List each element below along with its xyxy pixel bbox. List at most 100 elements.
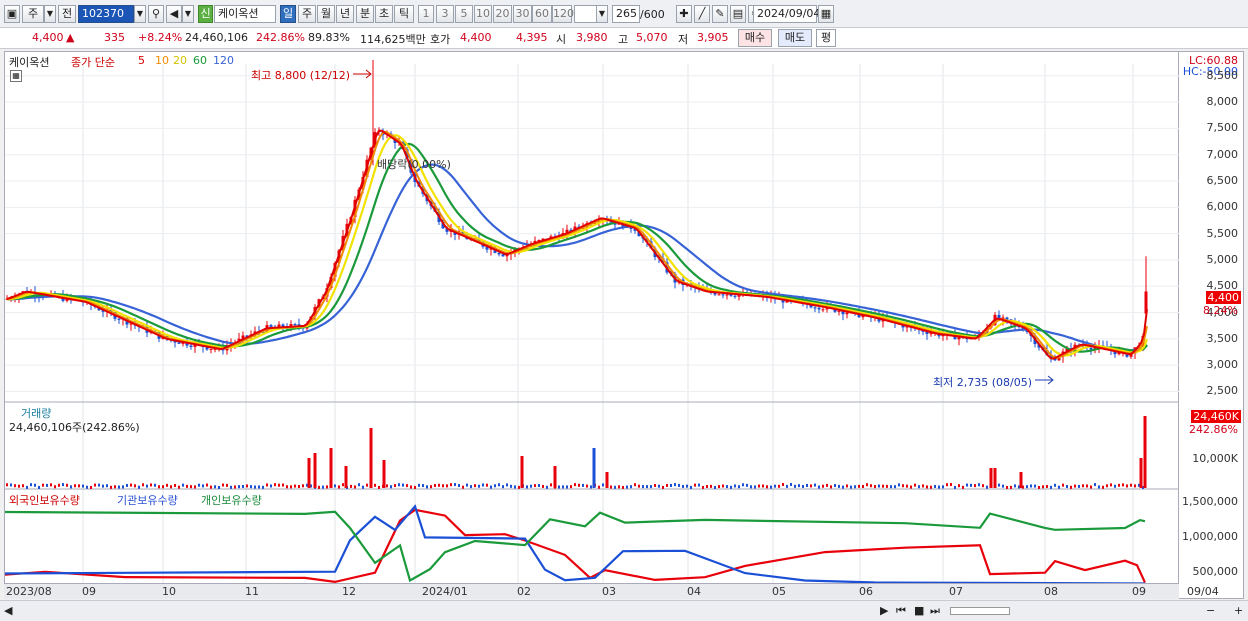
sell-button[interactable]: 매도	[778, 29, 812, 47]
market-select[interactable]: 주	[22, 5, 44, 23]
scrollbar[interactable]: ◀ ▶ ⏮ ■ ⏭ − +	[0, 600, 1248, 621]
volume-bar	[1102, 485, 1104, 489]
buy-button[interactable]: 매수	[738, 29, 772, 47]
volume-bar	[814, 483, 816, 487]
volume-bar	[298, 485, 300, 489]
scroll-right-icon[interactable]: ▶	[880, 604, 888, 617]
x-tick: 05	[772, 585, 786, 598]
interval-120[interactable]: 120	[552, 5, 574, 23]
interval-30[interactable]: 30	[513, 5, 532, 23]
interval-10[interactable]: 10	[474, 5, 492, 23]
calendar-icon[interactable]: ▦	[818, 5, 834, 23]
volume-bar	[998, 483, 1000, 487]
speaker-dropdown-icon[interactable]: ▼	[182, 5, 194, 23]
interval-60[interactable]: 60	[532, 5, 552, 23]
volume-bar	[914, 483, 916, 487]
volume-bar	[706, 485, 708, 489]
volume-bar	[134, 484, 136, 488]
volume-bar	[490, 485, 492, 489]
volume-bar	[710, 484, 712, 488]
save-icon[interactable]: ▤	[730, 5, 746, 23]
interval-5[interactable]: 5	[455, 5, 473, 23]
x-tick: 09	[1132, 585, 1146, 598]
volume-bar	[342, 483, 344, 487]
low-note: 최저 2,735 (08/05)	[933, 376, 1033, 389]
stop-icon[interactable]: ■	[914, 604, 924, 617]
layout-icon[interactable]: ▣	[4, 5, 20, 23]
volume-bar	[270, 484, 272, 488]
interval-dropdown-icon[interactable]: ▼	[596, 5, 608, 23]
code-dropdown-icon[interactable]: ▼	[134, 5, 146, 23]
volume-bar	[278, 483, 280, 487]
volume-bar	[98, 483, 100, 487]
volume-bar	[318, 485, 320, 489]
zoom-out-icon[interactable]: −	[1206, 604, 1215, 617]
tools-icon[interactable]: ✎	[712, 5, 728, 23]
chart-area[interactable]: 케이옥션 종가 단순 5 10 20 60 120 ▦ 최고 8,800 (12…	[4, 51, 1180, 599]
ma5-label: 5	[138, 54, 145, 67]
scroll-left-icon[interactable]: ◀	[4, 604, 12, 617]
volume-bar	[930, 485, 932, 489]
stock-code-input[interactable]: 102370	[78, 5, 134, 23]
date-input[interactable]: 2024/09/04	[753, 5, 820, 23]
volume-bar	[598, 485, 600, 489]
speaker-icon[interactable]: ◀	[166, 5, 182, 23]
x-tick: 07	[949, 585, 963, 598]
period-year[interactable]: 년	[336, 5, 354, 23]
volume-bar	[690, 485, 692, 489]
rewind-icon[interactable]: ⏮	[896, 604, 906, 618]
price-panel-title: 케이옥션	[9, 56, 50, 69]
count-input[interactable]: 265	[612, 5, 640, 23]
volume-bar	[958, 484, 960, 488]
candle	[817, 307, 821, 310]
scroll-thumb[interactable]	[950, 607, 1010, 615]
period-week[interactable]: 주	[298, 5, 316, 23]
interval-1[interactable]: 1	[418, 5, 434, 23]
volume-bar	[1034, 484, 1036, 488]
volume-bar	[6, 483, 8, 487]
table-icon[interactable]: ▦	[10, 70, 22, 82]
volume-bar	[362, 485, 364, 489]
period-day[interactable]: 일	[280, 5, 296, 23]
volume-bar	[882, 484, 884, 488]
period-minute[interactable]: 분	[356, 5, 374, 23]
period-second[interactable]: 초	[375, 5, 393, 23]
volume-bar	[22, 484, 24, 488]
candle	[189, 345, 193, 347]
volume-bar	[74, 484, 76, 488]
interval-3[interactable]: 3	[436, 5, 454, 23]
period-month[interactable]: 월	[317, 5, 335, 23]
volume-bar	[650, 485, 652, 489]
volume-bar	[782, 483, 784, 487]
volume-bar	[682, 484, 684, 488]
volume-bar	[466, 483, 468, 487]
volume-bar	[718, 485, 720, 489]
market-dropdown-icon[interactable]: ▼	[44, 5, 56, 23]
period-tick[interactable]: 틱	[394, 5, 414, 23]
volume-bar	[234, 485, 236, 489]
volume-bar	[502, 485, 504, 489]
prev-button[interactable]: 전	[58, 5, 76, 23]
volume-bar	[34, 483, 36, 487]
volume-bar	[558, 485, 560, 489]
volume-bar	[122, 485, 124, 489]
ma60-label: 60	[193, 54, 207, 67]
volume-bar	[566, 485, 568, 489]
volume-bar	[418, 483, 420, 487]
volume-bar	[106, 484, 108, 488]
volume-bar	[818, 485, 820, 489]
zoom-in-icon[interactable]: +	[1234, 604, 1243, 617]
draw-line-icon[interactable]: ╱	[694, 5, 710, 23]
price-tick: 6,500	[1206, 174, 1239, 187]
quote-bar: 4,400 ▲ 335 +8.24% 24,460,106 242.86% 89…	[0, 28, 1248, 49]
volume-bar	[966, 483, 968, 487]
interval-20[interactable]: 20	[493, 5, 512, 23]
stock-name-field[interactable]: 케이옥션	[214, 5, 276, 23]
forward-icon[interactable]: ⏭	[930, 604, 940, 618]
eval-button[interactable]: 평	[816, 29, 836, 47]
search-icon[interactable]: ⚲	[148, 5, 164, 23]
volume-bar	[114, 485, 116, 489]
x-last-label: 09/04	[1187, 585, 1219, 598]
cross-icon[interactable]: ✚	[676, 5, 692, 23]
volume-bar	[602, 483, 604, 487]
